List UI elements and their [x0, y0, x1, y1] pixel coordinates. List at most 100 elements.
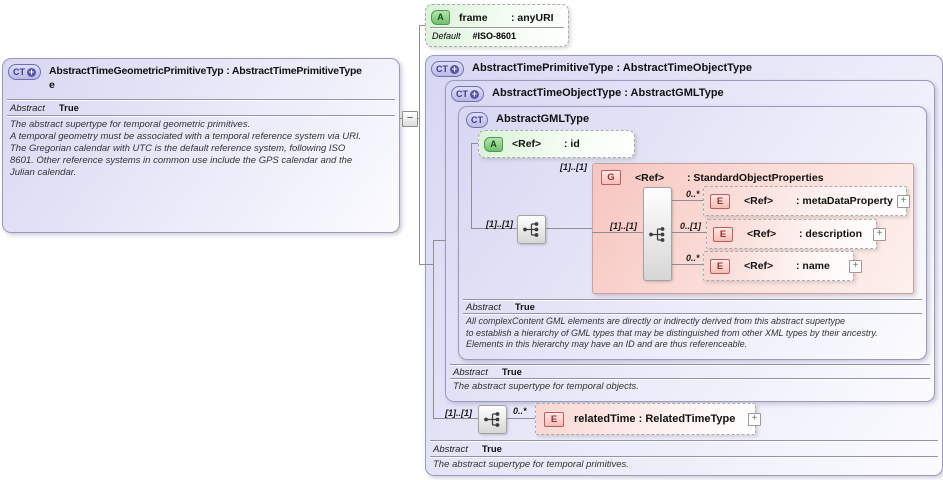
derived-plus-icon: + — [450, 63, 459, 74]
derived-plus-icon: + — [27, 66, 36, 77]
expand-icon[interactable]: + — [849, 260, 862, 273]
abstract-value: True — [58, 103, 79, 114]
group-icon: G — [601, 170, 621, 185]
type-title-line2: e — [49, 79, 55, 91]
separator — [430, 27, 564, 29]
connector-line — [471, 143, 472, 229]
derived-plus-icon: + — [470, 88, 479, 99]
type-title: AbstractTimeObjectType : AbstractGMLType — [492, 87, 724, 99]
cardinality-label: [1]..[1] — [445, 408, 472, 418]
abstract-label: Abstract — [466, 302, 501, 313]
abstract-label: Abstract — [433, 444, 468, 455]
expand-icon[interactable]: + — [748, 413, 761, 426]
attribute-box-id[interactable]: A <Ref> : id — [478, 130, 635, 158]
type-title: AbstractGMLType — [496, 113, 590, 125]
element-icon: E — [710, 193, 730, 209]
documentation-text: The abstract supertype for temporal geom… — [10, 119, 362, 178]
element-name: : description — [799, 228, 863, 240]
cardinality-label: [1]..[1] — [486, 219, 513, 229]
expand-icon[interactable]: + — [897, 195, 910, 208]
cardinality-label: [1]..[1] — [560, 162, 587, 172]
element-icon: E — [710, 258, 730, 274]
connector-line — [670, 264, 703, 265]
attribute-icon: A — [484, 136, 503, 152]
element-name: : name — [796, 260, 830, 272]
complex-type-icon: CT + — [8, 64, 41, 80]
abstract-value: True — [481, 444, 502, 455]
separator — [430, 456, 938, 458]
connector-line — [419, 25, 420, 265]
element-box-description[interactable]: E <Ref> : description — [706, 219, 877, 249]
connector-line — [419, 25, 425, 26]
cardinality-label: 0..* — [513, 406, 527, 416]
connector-line — [433, 418, 478, 419]
abstract-row: Abstract True — [453, 367, 522, 378]
type-title: AbstractTimePrimitiveType : AbstractTime… — [472, 62, 752, 74]
box-header: CT + AbstractTimePrimitiveType : Abstract… — [431, 61, 752, 77]
group-name: : StandardObjectProperties — [687, 171, 824, 184]
attribute-box-frame[interactable]: A frame : anyURI Default #ISO-8601 — [425, 4, 569, 47]
type-title-line1: AbstractTimeGeometricPrimitiveTyp : Abst… — [49, 65, 362, 77]
attribute-icon: A — [431, 10, 450, 25]
default-value: #ISO-8601 — [472, 31, 517, 41]
sequence-icon[interactable] — [478, 405, 507, 434]
separator — [450, 378, 930, 380]
group-ref: <Ref> — [635, 171, 665, 184]
complex-type-icon: CT + — [431, 61, 464, 77]
box-header: CT + AbstractTimeObjectType : AbstractGML… — [451, 86, 724, 102]
cardinality-label: 0..* — [686, 189, 700, 199]
collapse-icon[interactable]: − — [402, 111, 418, 127]
sequence-icon[interactable] — [643, 187, 672, 281]
element-box-metadata-property[interactable]: E <Ref> : metaDataProperty — [703, 186, 907, 216]
element-icon: E — [544, 411, 564, 427]
cardinality-label: 0..[1] — [680, 221, 702, 231]
default-label: Default — [432, 31, 461, 41]
box-header: CT AbstractGMLType — [466, 112, 589, 128]
sequence-icon[interactable] — [517, 215, 546, 244]
connector-line — [670, 232, 706, 233]
complex-type-icon: CT + — [451, 86, 484, 102]
element-name: : metaDataProperty — [796, 195, 893, 207]
element-ref: <Ref> — [744, 260, 774, 272]
connector-line — [670, 200, 703, 201]
complex-type-box-abstract-time-geometric-primitive[interactable]: CT + AbstractTimeGeometricPrimitiveTyp : … — [2, 58, 400, 233]
abstract-value: True — [501, 367, 522, 378]
abstract-row: Abstract True — [466, 302, 535, 313]
connector-line — [419, 264, 433, 265]
element-ref: <Ref> — [744, 195, 774, 207]
separator — [450, 364, 930, 366]
element-box-related-time[interactable]: E relatedTime : RelatedTimeType — [535, 403, 756, 435]
element-ref: <Ref> — [747, 228, 777, 240]
attribute-name: frame — [459, 11, 488, 24]
abstract-label: Abstract — [453, 367, 488, 378]
attribute-type: : anyURI — [511, 11, 554, 24]
documentation-text: The abstract supertype for temporal prim… — [433, 459, 629, 470]
cardinality-label: 0..* — [686, 253, 700, 263]
abstract-label: Abstract — [10, 103, 45, 114]
cardinality-label: [1]..[1] — [610, 221, 637, 231]
separator — [430, 440, 938, 442]
connector-line — [544, 228, 592, 229]
connector-line — [504, 418, 535, 419]
connector-line — [433, 240, 445, 241]
separator — [463, 299, 922, 301]
abstract-row: Abstract True — [433, 444, 502, 455]
separator — [7, 115, 395, 117]
element-box-name[interactable]: E <Ref> : name — [703, 251, 854, 281]
element-name: relatedTime : RelatedTimeType — [574, 413, 736, 425]
default-row: Default #ISO-8601 — [432, 31, 516, 41]
attribute-ref: <Ref> — [512, 138, 542, 150]
expand-icon[interactable]: + — [873, 228, 886, 241]
separator — [7, 99, 395, 101]
complex-type-icon: CT — [466, 112, 488, 128]
box-header: CT + AbstractTimeGeometricPrimitiveTyp : … — [8, 64, 362, 92]
connector-line — [592, 232, 643, 233]
documentation-text: The abstract supertype for temporal obje… — [453, 381, 639, 392]
connector-line — [471, 143, 478, 144]
documentation-text: All complexContent GML elements are dire… — [466, 316, 878, 349]
abstract-row: Abstract True — [10, 103, 79, 114]
separator — [463, 313, 922, 315]
abstract-value: True — [514, 302, 535, 313]
element-icon: E — [713, 226, 733, 242]
attribute-type: : id — [564, 138, 580, 150]
